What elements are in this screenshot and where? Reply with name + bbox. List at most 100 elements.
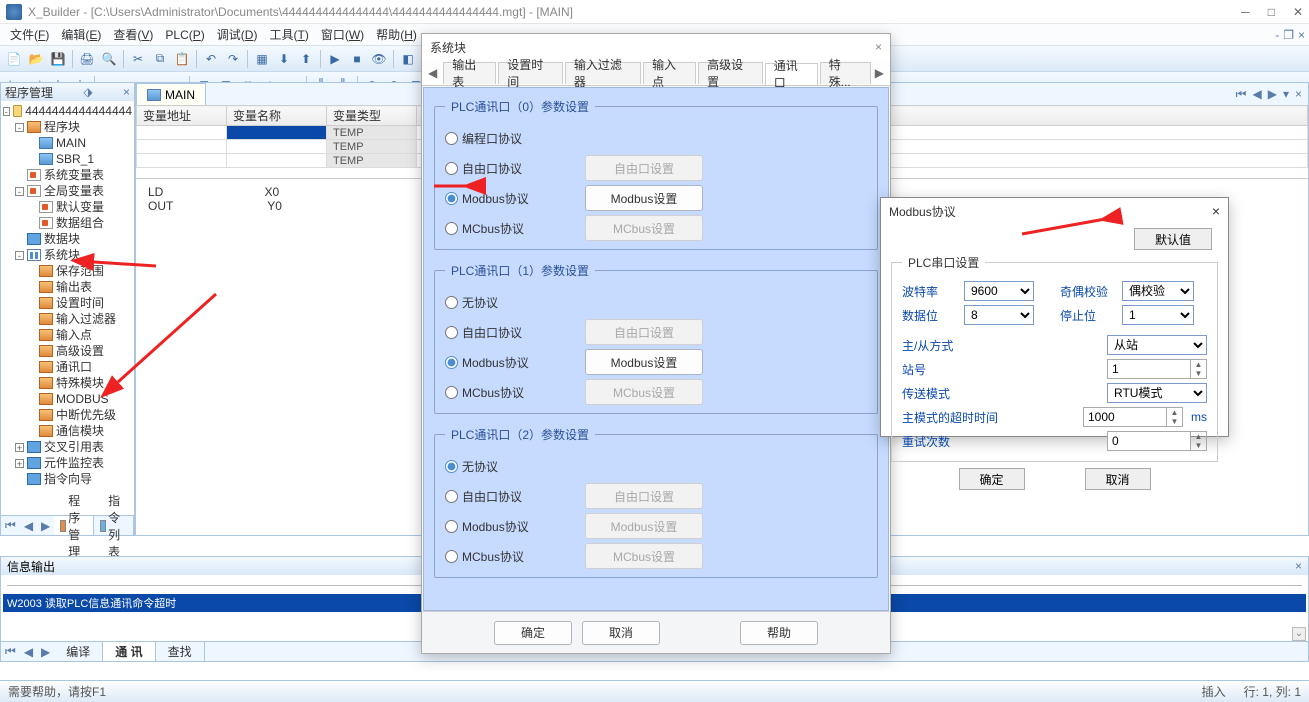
editor-tab-nav-first-icon[interactable]: ⏮ [1236,87,1247,102]
sysdlg-tab-output[interactable]: 输出表 [443,62,496,84]
tree-sbr1[interactable]: SBR_1 [3,151,132,167]
retry-spinner[interactable]: ▲▼ [1191,431,1207,451]
sysdlg-cancel-button[interactable]: 取消 [582,621,660,645]
tool-compile-icon[interactable]: ▦ [252,49,272,69]
tree-output-table[interactable]: 输出表 [3,279,132,295]
tool-upload-icon[interactable]: ⬆ [296,49,316,69]
tool-run-icon[interactable]: ▶ [325,49,345,69]
p2-radio-modbus[interactable]: Modbus协议 [445,518,575,535]
p2-free-settings-button[interactable]: 自由口设置 [585,483,703,509]
editor-tab-main[interactable]: MAIN [136,83,206,105]
p1-free-settings-button[interactable]: 自由口设置 [585,319,703,345]
mbdlg-ok-button[interactable]: 确定 [959,468,1025,490]
menu-help[interactable]: 帮助(H) [370,24,423,45]
editor-tab-nav-prev-icon[interactable]: ◀ [1252,87,1261,102]
mode-select[interactable]: 从站 [1107,335,1207,355]
mdi-minimize-icon[interactable]: - [1275,28,1279,42]
info-tab-nav-next[interactable]: ▶ [37,645,54,659]
menu-view[interactable]: 查看(V) [107,24,159,45]
sysdlg-help-button[interactable]: 帮助 [740,621,818,645]
databit-select[interactable]: 8 [964,305,1034,325]
tool-redo-icon[interactable]: ↷ [223,49,243,69]
sysdlg-tab-next-icon[interactable]: ▶ [871,66,888,80]
sysdlg-ok-button[interactable]: 确定 [494,621,572,645]
col-addr[interactable]: 变量地址 [137,106,227,126]
tool-paste-icon[interactable]: 📋 [172,49,192,69]
timeout-input[interactable] [1083,407,1167,427]
menu-window[interactable]: 窗口(W) [315,24,370,45]
menu-tool[interactable]: 工具(T) [263,24,314,45]
left-tab-nav-next[interactable]: ▶ [37,519,54,533]
editor-tab-nav-next-icon[interactable]: ▶ [1268,87,1277,102]
tree-modbus[interactable]: MODBUS [3,391,132,407]
mbdlg-close-icon[interactable]: × [1212,203,1220,219]
tree-instr[interactable]: 指令向导 [3,471,132,487]
tree-defvar[interactable]: 默认变量 [3,199,132,215]
left-tab-instrlist[interactable]: 指令列表 [94,516,134,535]
p0-mcbus-settings-button[interactable]: MCbus设置 [585,215,703,241]
trans-select[interactable]: RTU模式 [1107,383,1207,403]
left-tab-nav-first[interactable]: ⏮ [1,518,20,533]
mdi-restore-icon[interactable]: ❐ [1283,28,1294,42]
p2-modbus-settings-button[interactable]: Modbus设置 [585,513,703,539]
info-tab-nav-first[interactable]: ⏮ [1,644,20,659]
p1-radio-mcbus[interactable]: MCbus协议 [445,384,575,401]
tree-comm-module[interactable]: 通信模块 [3,423,132,439]
tree-set-time[interactable]: 设置时间 [3,295,132,311]
p1-radio-none[interactable]: 无协议 [445,294,575,311]
p1-mcbus-settings-button[interactable]: MCbus设置 [585,379,703,405]
info-tab-nav-prev[interactable]: ◀ [20,645,37,659]
retry-input[interactable] [1107,431,1191,451]
info-tab-find[interactable]: 查找 [156,642,205,661]
tree-arrvar[interactable]: 数据组合 [3,215,132,231]
col-type[interactable]: 变量类型 [327,106,417,126]
tree-sysblock[interactable]: -系统块 [3,247,132,263]
timeout-spinner[interactable]: ▲▼ [1167,407,1183,427]
tree-int-priority[interactable]: 中断优先级 [3,407,132,423]
menu-plc[interactable]: PLC(P) [159,26,210,44]
col-name[interactable]: 变量名称 [227,106,327,126]
tree-input-filter[interactable]: 输入过滤器 [3,311,132,327]
tool-save-icon[interactable]: 💾 [48,49,68,69]
project-tree[interactable]: -4444444444444444 -程序块 MAIN SBR_1 系统变量表 … [1,101,134,489]
sysdlg-tab-inputfilter[interactable]: 输入过滤器 [565,62,641,84]
tree-special-module[interactable]: 特殊模块 [3,375,132,391]
p0-radio-modbus[interactable]: Modbus协议 [445,190,575,207]
sysdlg-close-icon[interactable]: × [875,40,882,54]
editor-tab-close-icon[interactable]: × [1295,87,1302,102]
tool-misc1-icon[interactable]: ◧ [398,49,418,69]
sysdlg-tab-inputpoint[interactable]: 输入点 [643,62,696,84]
tool-monitor-icon[interactable]: 👁 [369,49,389,69]
info-scroll-down-icon[interactable]: ⌄ [1292,627,1306,641]
baud-select[interactable]: 9600 [964,281,1034,301]
tool-cut-icon[interactable]: ✂ [128,49,148,69]
p1-radio-modbus[interactable]: Modbus协议 [445,354,575,371]
mbdlg-default-button[interactable]: 默认值 [1134,228,1212,250]
parity-select[interactable]: 偶校验 [1122,281,1194,301]
tool-stop-icon[interactable]: ■ [347,49,367,69]
panel-pin-icon[interactable]: ⬗ [83,85,92,99]
editor-tab-menu-icon[interactable]: ▾ [1283,87,1289,102]
p2-radio-free[interactable]: 自由口协议 [445,488,575,505]
tree-globalvar[interactable]: -全局变量表 [3,183,132,199]
tool-download-icon[interactable]: ⬇ [274,49,294,69]
sysdlg-tab-prev-icon[interactable]: ◀ [424,66,441,80]
p0-modbus-settings-button[interactable]: Modbus设置 [585,185,703,211]
tree-input-point[interactable]: 输入点 [3,327,132,343]
tool-open-icon[interactable]: 📂 [26,49,46,69]
tree-program-block[interactable]: -程序块 [3,119,132,135]
tree-save-range[interactable]: 保存范围 [3,263,132,279]
station-spinner[interactable]: ▲▼ [1191,359,1207,379]
tree-adv-set[interactable]: 高级设置 [3,343,132,359]
mdi-close-icon[interactable]: × [1298,28,1305,42]
info-close-icon[interactable]: × [1295,559,1302,573]
left-tab-nav-prev[interactable]: ◀ [20,519,37,533]
tree-xref[interactable]: +交叉引用表 [3,439,132,455]
p0-radio-free[interactable]: 自由口协议 [445,160,575,177]
p1-radio-free[interactable]: 自由口协议 [445,324,575,341]
info-tab-compile[interactable]: 编译 [54,642,103,661]
station-input[interactable] [1107,359,1191,379]
p0-free-settings-button[interactable]: 自由口设置 [585,155,703,181]
sysdlg-tab-special[interactable]: 特殊... [820,62,871,84]
stopbit-select[interactable]: 1 [1122,305,1194,325]
